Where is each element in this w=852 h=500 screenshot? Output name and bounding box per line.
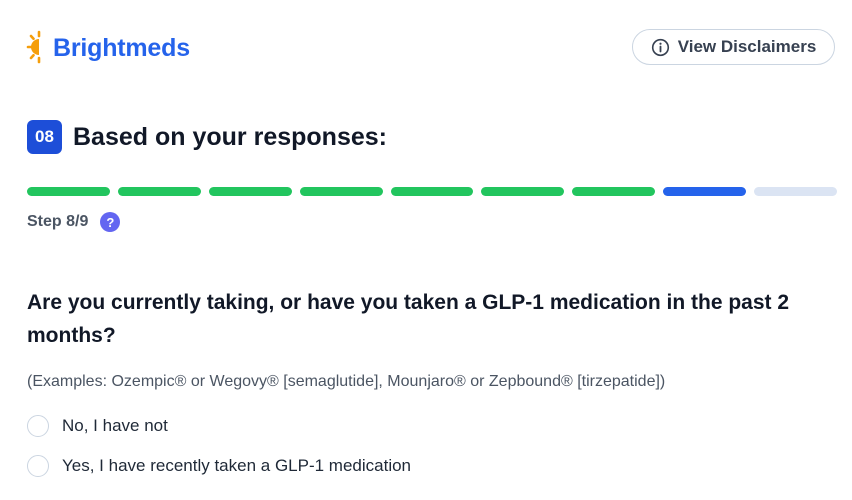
info-icon [651,38,669,56]
view-disclaimers-button[interactable]: View Disclaimers [632,29,835,65]
view-disclaimers-label: View Disclaimers [677,37,817,56]
option-yes[interactable]: Yes, I have recently taken a GLP-1 medic… [27,453,411,479]
progress-segment-completed [299,187,383,196]
option-label: No, I have not [62,416,168,435]
step-indicator: Step 8/9 ? [27,211,121,233]
section-title: Based on your responses: [73,123,387,151]
option-label: Yes, I have recently taken a GLP-1 medic… [62,456,412,475]
progress-segment-completed [117,187,201,196]
progress-segment-completed [481,187,565,196]
progress-segment-upcoming [754,187,838,196]
progress-segment-completed [572,187,656,196]
progress-bar [27,187,838,196]
section-number-badge: 08 [27,120,62,154]
sun-icon [26,30,41,64]
option-no[interactable]: No, I have not [27,413,168,439]
question-examples: (Examples: Ozempic® or Wegovy® [semaglut… [27,373,666,390]
brand-name: Brightmeds [53,33,190,62]
progress-segment-completed [208,187,292,196]
progress-segment-completed [390,187,474,196]
question-icon[interactable]: ? [100,212,121,232]
brand-logo[interactable]: Brightmeds [26,28,190,68]
step-label: Step 8/9 [27,213,89,230]
radio-button[interactable] [27,455,49,477]
progress-segment-completed [27,187,110,196]
question-text: Are you currently taking, or have you ta… [27,291,790,347]
radio-button[interactable] [27,415,49,437]
progress-segment-current [663,187,747,196]
